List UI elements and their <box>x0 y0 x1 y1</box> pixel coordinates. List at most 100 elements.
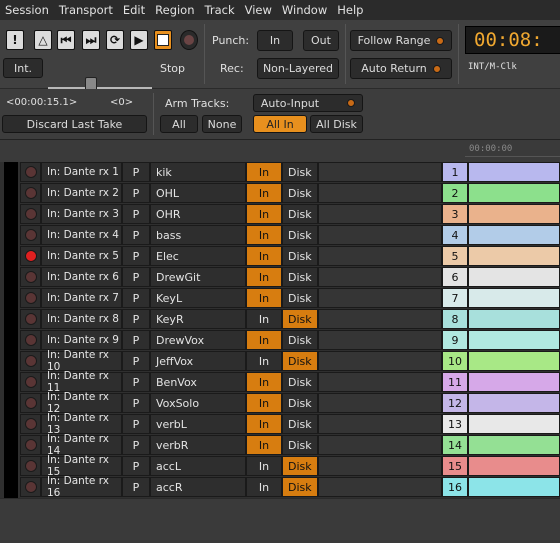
track-name[interactable]: OHR <box>150 204 246 224</box>
monitor-disk-button[interactable]: Disk <box>282 456 318 476</box>
rec-enable-button[interactable] <box>20 330 41 350</box>
track-row[interactable]: In: Dante rx 13 PverbL In Disk 13 <box>0 412 560 436</box>
monitor-disk-button[interactable]: Disk <box>282 162 318 182</box>
input-button[interactable]: In: Dante rx 11 <box>41 370 122 394</box>
playlist-button[interactable]: P <box>122 162 150 182</box>
monitor-input-button[interactable]: In <box>246 414 282 434</box>
track-name[interactable]: BenVox <box>150 372 246 392</box>
monitor-input-button[interactable]: In <box>246 246 282 266</box>
input-button[interactable]: In: Dante rx 16 <box>41 475 122 499</box>
monitor-input-button[interactable]: In <box>246 330 282 350</box>
input-button[interactable]: In: Dante rx 1 <box>41 162 122 182</box>
track-name[interactable]: KeyL <box>150 288 246 308</box>
track-name[interactable]: VoxSolo <box>150 393 246 413</box>
menu-region[interactable]: Region <box>150 3 199 17</box>
monitor-input-button[interactable]: In <box>246 183 282 203</box>
menu-view[interactable]: View <box>240 3 277 17</box>
track-row[interactable]: In: Dante rx 12 P VoxSolo In Disk 12 <box>0 391 560 415</box>
monitor-input-button[interactable]: In <box>246 351 282 371</box>
rec-mode-button[interactable]: Non-Layered <box>257 58 339 79</box>
punch-out-button[interactable]: Out <box>303 30 339 51</box>
track-timeline-lane[interactable] <box>468 204 560 224</box>
monitor-input-button[interactable]: In <box>246 393 282 413</box>
playlist-button[interactable]: P <box>122 456 150 476</box>
goto-end-icon[interactable]: ⏭ <box>82 30 100 50</box>
menu-help[interactable]: Help <box>332 3 368 17</box>
track-row[interactable]: In: Dante rx 16 PaccR In Disk 16 <box>0 475 560 499</box>
monitor-disk-button[interactable]: Disk <box>282 372 318 392</box>
rec-enable-button[interactable] <box>20 246 41 266</box>
monitor-input-button[interactable]: In <box>246 456 282 476</box>
track-name[interactable]: verbR <box>150 435 246 455</box>
monitor-input-button[interactable]: In <box>246 225 282 245</box>
monitor-disk-button[interactable]: Disk <box>282 309 318 329</box>
panic-icon[interactable]: ! <box>6 30 24 50</box>
track-timeline-lane[interactable] <box>468 225 560 245</box>
track-timeline-lane[interactable] <box>468 246 560 266</box>
rec-enable-button[interactable] <box>20 456 41 476</box>
monitor-input-button[interactable]: In <box>246 372 282 392</box>
playlist-button[interactable]: P <box>122 204 150 224</box>
rec-enable-button[interactable] <box>20 183 41 203</box>
monitor-disk-button[interactable]: Disk <box>282 204 318 224</box>
monitor-disk-button[interactable]: Disk <box>282 435 318 455</box>
track-row[interactable]: In: Dante rx 1 Pkik In Disk 1 <box>0 162 560 183</box>
track-timeline-lane[interactable] <box>468 477 560 497</box>
input-button[interactable]: In: Dante rx 5 <box>41 246 122 266</box>
internal-sync-button[interactable]: Int. <box>3 58 43 78</box>
input-button[interactable]: In: Dante rx 14 <box>41 433 122 457</box>
playlist-button[interactable]: P <box>122 225 150 245</box>
playlist-button[interactable]: P <box>122 330 150 350</box>
track-row[interactable]: In: Dante rx 8 P KeyR In Disk 8 <box>0 309 560 330</box>
punch-in-button[interactable]: In <box>257 30 293 51</box>
monitor-disk-button[interactable]: Disk <box>282 288 318 308</box>
input-button[interactable]: In: Dante rx 15 <box>41 454 122 478</box>
rec-enable-button[interactable] <box>20 225 41 245</box>
playlist-button[interactable]: P <box>122 309 150 329</box>
track-row[interactable]: In: Dante rx 2 P OHL In Disk 2 <box>0 183 560 204</box>
menu-edit[interactable]: Edit <box>118 3 150 17</box>
record-icon[interactable] <box>180 30 198 50</box>
rec-enable-button[interactable] <box>20 267 41 287</box>
loop-icon[interactable]: ⟳ <box>106 30 124 50</box>
track-row[interactable]: In: Dante rx 14 PverbR In Disk 14 <box>0 433 560 457</box>
rec-enable-button[interactable] <box>20 414 41 434</box>
discard-last-take-button[interactable]: Discard Last Take <box>2 115 147 133</box>
rec-enable-button[interactable] <box>20 204 41 224</box>
menu-transport[interactable]: Transport <box>54 3 118 17</box>
track-row[interactable]: In: Dante rx 11 P BenVox In Disk 11 <box>0 370 560 394</box>
playlist-button[interactable]: P <box>122 393 150 413</box>
track-name[interactable]: verbL <box>150 414 246 434</box>
track-timeline-lane[interactable] <box>468 393 560 413</box>
input-button[interactable]: In: Dante rx 12 <box>41 391 122 415</box>
monitor-input-button[interactable]: In <box>246 477 282 497</box>
arm-none-button[interactable]: None <box>202 115 242 133</box>
track-name[interactable]: DrewGit <box>150 267 246 287</box>
playlist-button[interactable]: P <box>122 477 150 497</box>
monitor-disk-button[interactable]: Disk <box>282 183 318 203</box>
track-name[interactable]: accR <box>150 477 246 497</box>
playlist-button[interactable]: P <box>122 246 150 266</box>
all-disk-button[interactable]: All Disk <box>310 115 363 133</box>
monitor-disk-button[interactable]: Disk <box>282 414 318 434</box>
rec-enable-button[interactable] <box>20 393 41 413</box>
track-row[interactable]: In: Dante rx 10 P JeffVox In Disk 10 <box>0 349 560 373</box>
track-name[interactable]: accL <box>150 456 246 476</box>
monitor-disk-button[interactable]: Disk <box>282 267 318 287</box>
monitor-input-button[interactable]: In <box>246 435 282 455</box>
input-button[interactable]: In: Dante rx 9 <box>41 330 122 350</box>
track-name[interactable]: JeffVox <box>150 351 246 371</box>
track-name[interactable]: OHL <box>150 183 246 203</box>
track-row[interactable]: In: Dante rx 5 P Elec In Disk 5 <box>0 246 560 267</box>
rec-enable-button[interactable] <box>20 372 41 392</box>
track-name[interactable]: Elec <box>150 246 246 266</box>
monitor-disk-button[interactable]: Disk <box>282 225 318 245</box>
playlist-button[interactable]: P <box>122 372 150 392</box>
monitor-disk-button[interactable]: Disk <box>282 351 318 371</box>
metronome-icon[interactable]: △ <box>34 30 52 50</box>
monitor-disk-button[interactable]: Disk <box>282 246 318 266</box>
track-row[interactable]: In: Dante rx 3 P OHR In Disk 3 <box>0 204 560 225</box>
track-row[interactable]: In: Dante rx 7 P KeyL In Disk 7 <box>0 288 560 309</box>
rec-enable-button[interactable] <box>20 288 41 308</box>
monitor-input-button[interactable]: In <box>246 204 282 224</box>
